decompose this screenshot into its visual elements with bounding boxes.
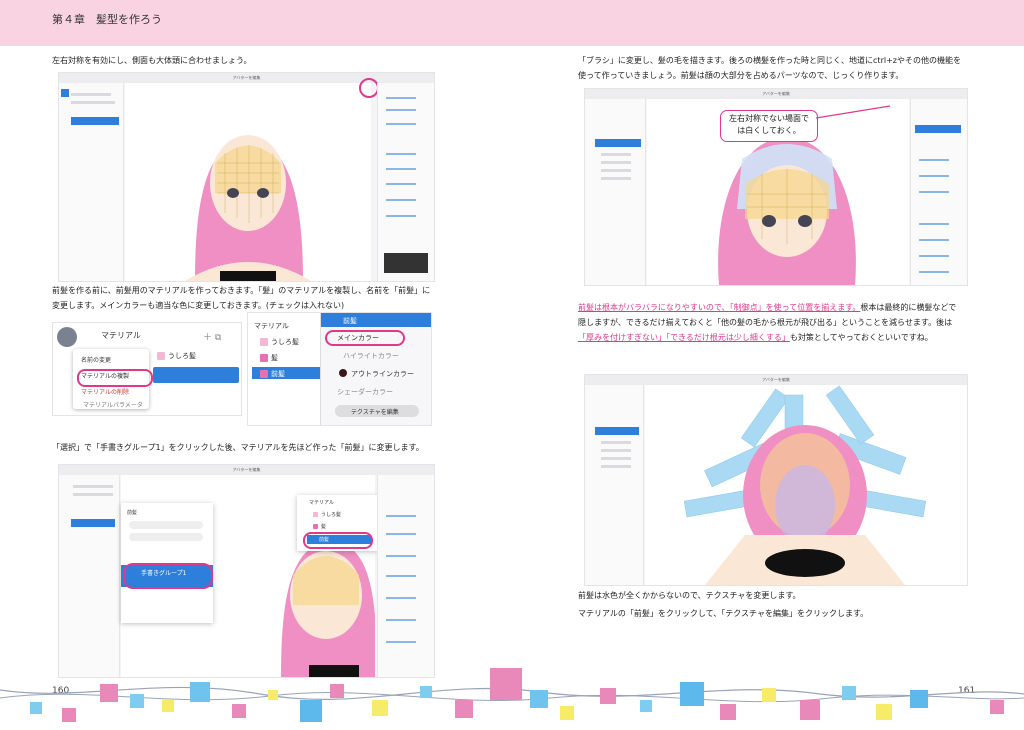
screenshot-select-group: アバターを編集 前髪 手書きグループ1 マテリアル うしろ髪 髪 前髪 (58, 464, 435, 678)
edit-texture-button[interactable]: テクスチャを編集 (351, 407, 399, 416)
right-panel (377, 83, 434, 281)
right-paragraph-2b: 隠しますが、できるだけ揃えておくと「他の髪の毛から根元が飛び出る」ということを減… (578, 318, 953, 327)
window-title-4: アバターを編集 (585, 89, 967, 99)
chapter-title: 第４章 髪型を作ろう (52, 13, 162, 26)
right-paragraph-1a: 「ブラシ」に変更し、髪の毛を描きます。後ろの横髪を作った時と同じく、地道にctr… (578, 56, 961, 65)
group-dropdown: 前髪 手書きグループ1 (121, 503, 213, 623)
highlight-thickness: 「厚みを付けすぎない」「できるだけ根元は少し細くする」 (578, 333, 790, 342)
right-paragraph-3: 前髪は水色が全くかからないので、テクスチャを変更します。 (578, 591, 801, 600)
chapter-header: 第４章 髪型を作ろう (0, 0, 1024, 46)
group-front-label: 前髪 (127, 510, 138, 516)
highlight-control-points: 前髪は根本がバラバラになりやすいので、「制御点」を使って位置を揃えます。 (578, 303, 861, 312)
right-panel-3 (377, 475, 434, 677)
right-paragraph-4: マテリアルの「前髪」をクリックして、「テクスチャを編集」をクリックします。 (578, 609, 869, 618)
callout-line-1: 左右対称でない場面で (729, 114, 809, 123)
material-list-shot: マテリアル うしろ髪 髪 前髪 前髪 メインカラー ハイライトカラー アウトライ… (247, 312, 432, 426)
right-panel-4 (910, 99, 967, 285)
left-panel (59, 83, 124, 281)
symmetry-toggle-highlight (359, 78, 379, 98)
callout-pointer (816, 105, 891, 119)
material-section-label: マテリアル (101, 331, 141, 340)
window-title: アバターを編集 (59, 73, 434, 83)
duplicate-highlight (77, 369, 153, 387)
material-front-hair[interactable]: 前髪 (271, 370, 285, 378)
left-panel-5 (585, 385, 644, 585)
viewport-5 (645, 385, 967, 585)
screenshot-top-view: アバターを編集 (584, 374, 968, 586)
material-context-shot: マテリアル ＋ ⧉ 名前の変更 マテリアルの複製 マテリアルの削除 うしろ髪 マ… (52, 322, 242, 416)
right-paragraph-2a: 前髪は根本がバラバラになりやすいので、「制御点」を使って位置を揃えます。根本は最… (578, 300, 956, 315)
material-hair[interactable]: 髪 (271, 354, 278, 362)
menu-delete[interactable]: マテリアルの削除 (81, 387, 129, 396)
outline-color-label[interactable]: アウトラインカラー (351, 369, 414, 379)
material-detail: 前髪 メインカラー ハイライトカラー アウトラインカラー シェーダーカラー テク… (320, 313, 431, 425)
left-paragraph-3: 「選択」で「手書きグループ1」をクリックした後、マテリアルを先ほど作った「前髪」… (52, 443, 424, 452)
viewport (125, 83, 371, 281)
popup-hair[interactable]: 髪 (321, 524, 326, 530)
left-paragraph-2b: 変更します。メインカラーも適当な色に変更しておきます。(チェックは入れない) (52, 301, 345, 310)
right-paragraph-2c: 「厚みを付けすぎない」「できるだけ根元は少し細くする」も対策としてやっておくとい… (578, 330, 933, 345)
popup-back-hair[interactable]: うしろ髪 (321, 512, 341, 518)
left-paragraph-2a: 前髪を作る前に、前髪用のマテリアルを作っておきます。「髪」のマテリアルを複製し、… (52, 286, 431, 295)
add-icon[interactable]: ＋ ⧉ (203, 330, 221, 343)
material-section-label-2: マテリアル (254, 322, 289, 330)
left-panel-3 (59, 475, 120, 677)
window-title-3: アバターを編集 (59, 465, 434, 475)
material-item-back[interactable]: うしろ髪 (168, 352, 196, 360)
right-paragraph-1b: 使って作っていきましょう。前髪は顔の大部分を占めるパーツなので、じっくり作ります… (578, 71, 904, 80)
left-paragraph-1: 左右対称を有効にし、側面も大体頭に合わせましょう。 (52, 56, 252, 65)
highlight-color-label[interactable]: ハイライトカラー (343, 351, 399, 361)
symmetry-callout: 左右対称でない場面で は白くしておく。 (720, 110, 818, 142)
callout-line-2: は白くしておく。 (737, 126, 801, 135)
window-title-5: アバターを編集 (585, 375, 967, 385)
selected-material-row[interactable] (153, 367, 239, 383)
shader-color-label[interactable]: シェーダーカラー (337, 387, 393, 397)
menu-rename[interactable]: 名前の変更 (81, 355, 111, 364)
material-back-hair[interactable]: うしろ髪 (271, 338, 299, 346)
avatar (57, 327, 77, 347)
shader-params-label: マテリアルパラメータ (83, 402, 143, 409)
right-paragraph-2a-rest: 根本は最終的に横髪などで (860, 303, 957, 312)
material-popup: マテリアル うしろ髪 髪 前髪 (297, 495, 377, 551)
left-panel-4 (585, 99, 646, 285)
detail-title: 前髪 (343, 317, 357, 325)
screenshot-symmetry: アバターを編集 (58, 72, 435, 282)
right-paragraph-2c-rest: も対策としてやっておくといいですね。 (789, 333, 933, 342)
popup-material-label: マテリアル (309, 500, 334, 506)
